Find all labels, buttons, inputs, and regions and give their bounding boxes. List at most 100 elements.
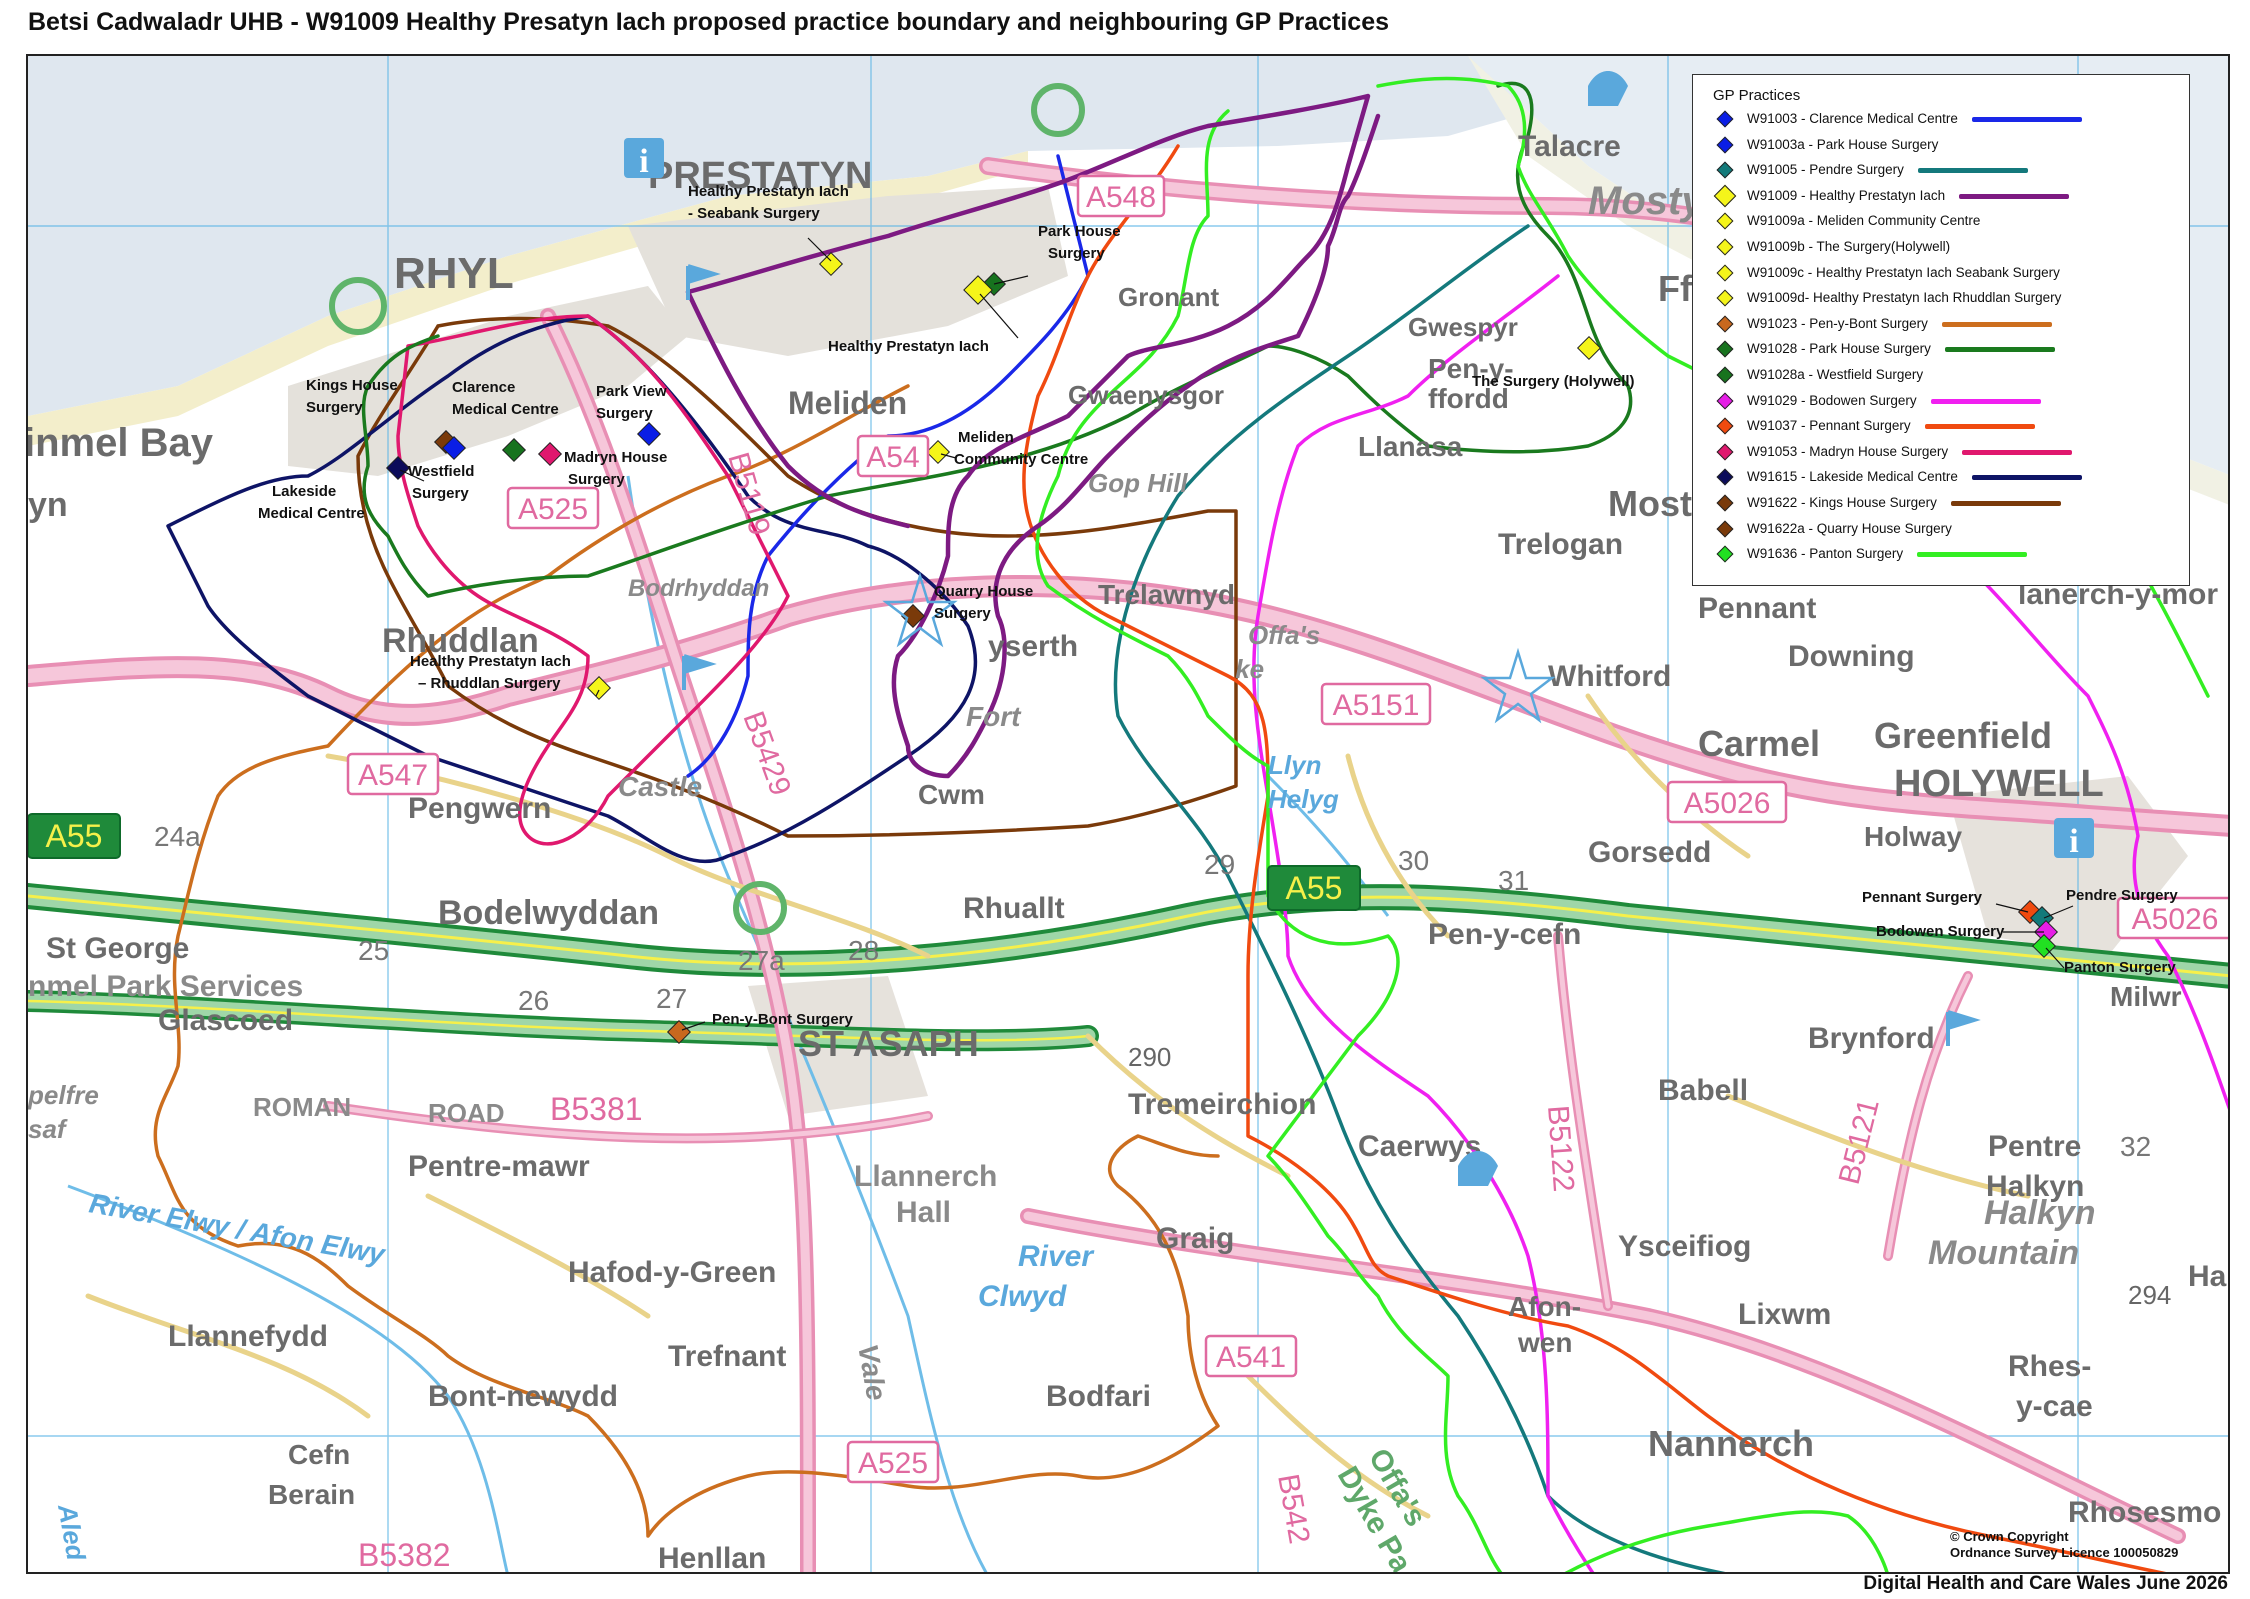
- shield-a525: A525: [506, 486, 600, 530]
- page-title: Betsi Cadwaladr UHB - W91009 Healthy Pre…: [28, 8, 1390, 36]
- junction-30: 30: [1398, 845, 1429, 876]
- place-hafod-y-green: Hafod-y-Green: [568, 1256, 776, 1289]
- svg-text:A5026: A5026: [2132, 903, 2219, 936]
- spot-height-290: 290: [1128, 1042, 1171, 1072]
- legend-item: W91023 - Pen-y-Bont Surgery: [1713, 314, 2189, 340]
- place-ysceifiog: Ysceifiog: [1618, 1230, 1751, 1263]
- legend-item: W91029 - Bodowen Surgery: [1713, 391, 2189, 417]
- legend-line-swatch: [1925, 424, 2035, 430]
- place-afon-wen: Afon-wen: [1508, 1291, 1581, 1358]
- label-park-view: Park View Surgery: [596, 383, 667, 422]
- info-icon-holywell: i: [2054, 818, 2094, 860]
- place-talacre: Talacre: [1518, 130, 1621, 163]
- footer-credit: Digital Health and Care Wales June 2026: [1863, 1573, 2228, 1594]
- label-bodowen: Bodowen Surgery: [1876, 923, 2005, 940]
- legend-diamond-icon: [1716, 212, 1734, 230]
- place-henllan: Henllan: [658, 1542, 766, 1574]
- place-llannefydd: Llannefydd: [168, 1320, 328, 1353]
- legend: GP Practices W91003 - Clarence Medical C…: [1692, 74, 2190, 586]
- place-gop-hill: Gop Hill: [1088, 468, 1188, 498]
- shield-a5026b: A5026: [2116, 896, 2228, 940]
- place-milwr: Milwr: [2110, 981, 2182, 1012]
- place-river-elwy: River Elwy / Afon Elwy: [87, 1187, 389, 1270]
- legend-label: W91003a - Park House Surgery: [1747, 136, 1939, 152]
- legend-item: W91615 - Lakeside Medical Centre: [1713, 467, 2189, 493]
- place-caerwys: Caerwys: [1358, 1130, 1481, 1163]
- legend-line-swatch: [1962, 449, 2072, 455]
- legend-diamond-icon: [1716, 417, 1734, 435]
- legend-label: W91615 - Lakeside Medical Centre: [1747, 469, 1958, 485]
- label-b542: B542: [1271, 1471, 1316, 1546]
- label-pendre: Pendre Surgery: [2066, 887, 2178, 904]
- legend-label: W91028 - Park House Surgery: [1747, 341, 1931, 357]
- label-b5429: B5429: [736, 707, 797, 800]
- place-llanasa: Llanasa: [1358, 431, 1463, 462]
- legend-label: W91009d- Healthy Prestatyn Iach Rhuddlan…: [1747, 290, 2062, 306]
- junction-27: 27: [656, 983, 687, 1014]
- copyright-line2: Ordnance Survey Licence 100050829: [1950, 1545, 2179, 1560]
- place-road: ROAD: [428, 1098, 505, 1128]
- info-icon: i: [624, 138, 664, 180]
- place-llannerch: Llannerch: [854, 1160, 997, 1193]
- shield-a5026: A5026: [1666, 780, 1788, 824]
- place-holway: Holway: [1864, 821, 1962, 852]
- place-bodfari: Bodfari: [1046, 1380, 1151, 1413]
- shield-a547: A547: [346, 752, 440, 796]
- label-pen-y-bont: Pen-y-Bont Surgery: [712, 1011, 854, 1028]
- marker-park-view: [636, 421, 662, 447]
- label-lakeside: Lakeside Medical Centre: [258, 483, 365, 522]
- legend-item: W91028a - Westfield Surgery: [1713, 365, 2189, 391]
- legend-line-swatch: [1931, 398, 2041, 404]
- legend-item: W91003 - Clarence Medical Centre: [1713, 109, 2189, 135]
- place-carmel: Carmel: [1698, 723, 1820, 764]
- place-cefn-berain: Cefn Berain: [268, 1439, 355, 1510]
- legend-label: W91009a - Meliden Community Centre: [1747, 213, 1981, 229]
- label-holywell: The Surgery (Holywell): [1472, 373, 1635, 390]
- label-prestatyn-iach: Healthy Prestatyn Iach: [828, 338, 989, 355]
- place-rhuallt: Rhuallt: [963, 892, 1065, 925]
- place-bodelwyddan: Bodelwyddan: [438, 894, 659, 932]
- svg-text:A541: A541: [1216, 1341, 1286, 1374]
- shield-a55b: A55: [1267, 865, 1361, 911]
- spot-height-294: 294: [2128, 1280, 2171, 1310]
- svg-text:A548: A548: [1086, 181, 1156, 214]
- copyright-line1: © Crown Copyright: [1950, 1529, 2069, 1544]
- place-pennant: Pennant: [1698, 592, 1816, 625]
- label-b5381: B5381: [550, 1091, 643, 1127]
- shield-a525b: A525: [846, 1440, 940, 1484]
- place-kinmel-bay: inmel Bay: [28, 421, 214, 465]
- junction-32: 32: [2120, 1131, 2151, 1162]
- legend-diamond-icon: [1716, 494, 1734, 512]
- legend-diamond-icon: [1716, 468, 1734, 486]
- place-nannerch: Nannerch: [1648, 1423, 1814, 1464]
- place-holywell: HOLYWELL: [1894, 763, 2104, 805]
- shield-a54: A54: [856, 434, 930, 478]
- place-yn: yn: [28, 486, 68, 524]
- place-meliden: Meliden: [788, 385, 907, 421]
- svg-text:A55: A55: [46, 818, 103, 854]
- legend-diamond-icon: [1716, 545, 1734, 563]
- label-rhuddlan: Healthy Prestatyn Iach – Rhuddlan Surgery: [410, 653, 571, 692]
- legend-diamond-icon: [1716, 366, 1734, 384]
- place-babell: Babell: [1658, 1074, 1748, 1107]
- legend-item: W91622a - Quarry House Surgery: [1713, 519, 2189, 545]
- legend-item: W91009c - Healthy Prestatyn Iach Seabank…: [1713, 263, 2189, 289]
- legend-item: W91636 - Panton Surgery: [1713, 544, 2189, 570]
- place-tremeirchion: Tremeirchion: [1128, 1088, 1316, 1121]
- legend-item: W91009b - The Surgery(Holywell): [1713, 237, 2189, 263]
- place-bodrhyddan: Bodrhyddan: [628, 575, 769, 602]
- svg-text:A525: A525: [858, 1447, 928, 1480]
- label-westfield: Westfield Surgery: [408, 463, 474, 502]
- place-whitford: Whitford: [1548, 660, 1671, 693]
- shield-a548: A548: [1076, 174, 1166, 218]
- legend-line-swatch: [1972, 117, 2082, 122]
- place-gorsedd: Gorsedd: [1588, 836, 1711, 869]
- junction-31: 31: [1498, 865, 1529, 896]
- label-b5119: B5119: [721, 449, 776, 539]
- legend-item: W91009a - Meliden Community Centre: [1713, 211, 2189, 237]
- legend-label: W91622 - Kings House Surgery: [1747, 494, 1937, 510]
- place-pen-y-cefn: Pen-y-cefn: [1428, 918, 1581, 951]
- legend-label: W91053 - Madryn House Surgery: [1747, 443, 1949, 459]
- place-gronant: Gronant: [1118, 282, 1219, 312]
- legend-item: W91009 - Healthy Prestatyn Iach: [1713, 184, 2189, 212]
